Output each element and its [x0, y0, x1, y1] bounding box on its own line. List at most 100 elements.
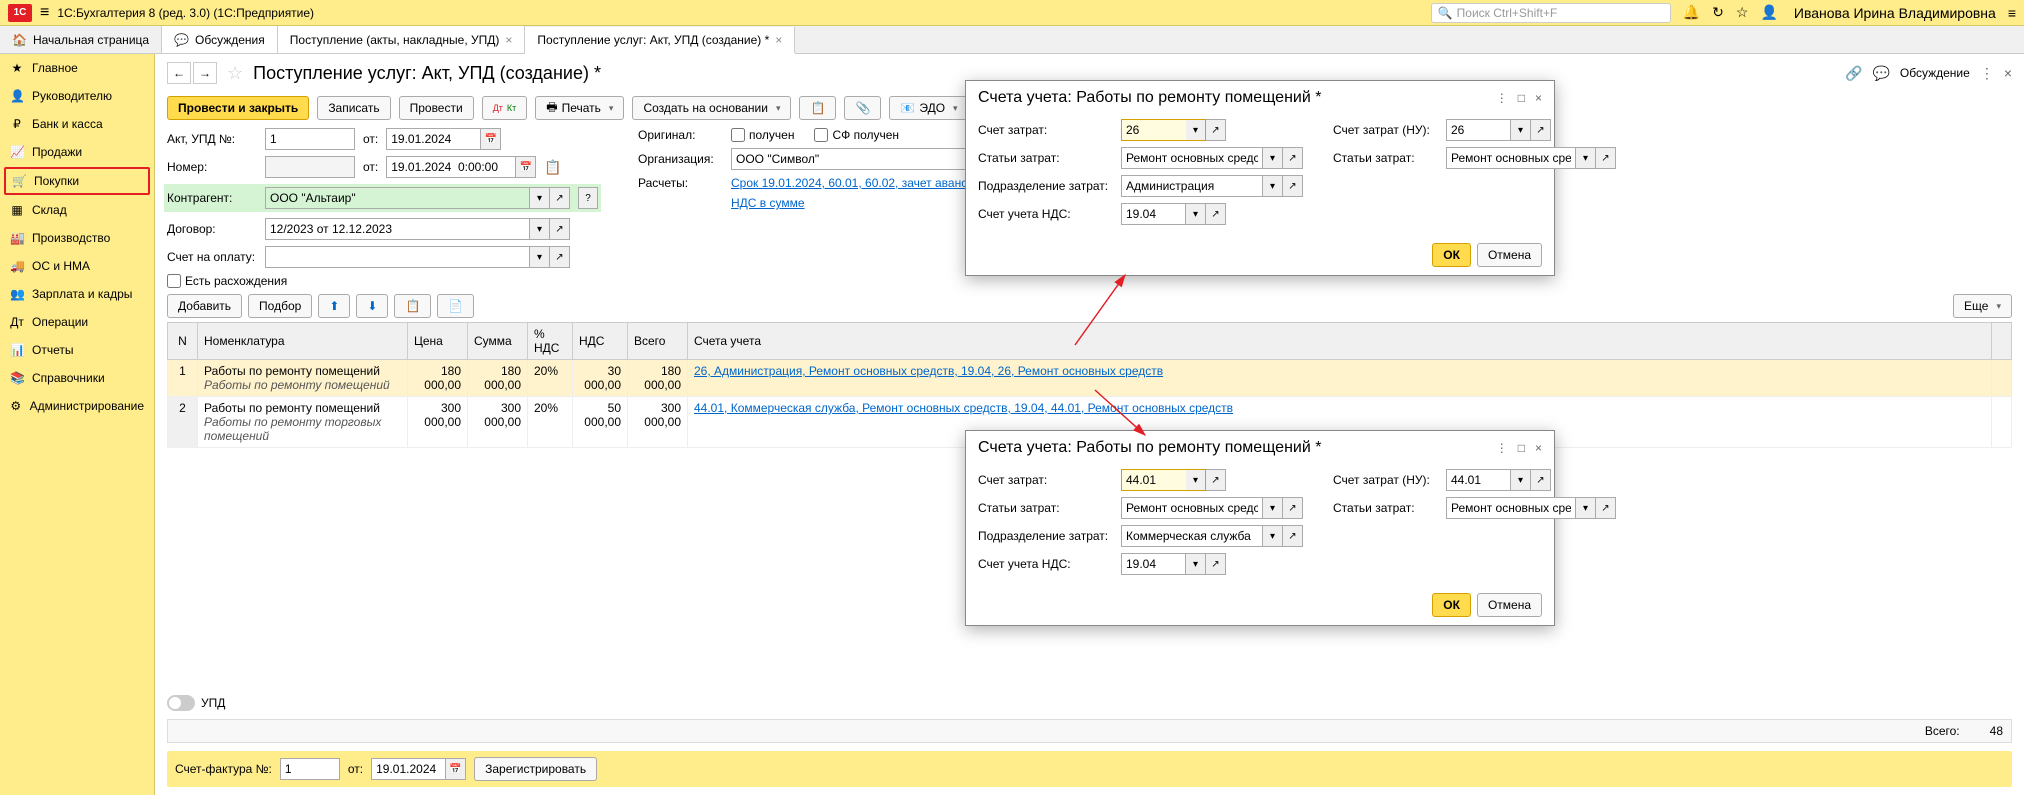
sidebar-item-assets[interactable]: 🚚ОС и НМА: [0, 252, 154, 280]
cost-item-nu-input[interactable]: [1446, 497, 1576, 519]
open-icon[interactable]: ↗: [1283, 497, 1303, 519]
org-input[interactable]: [731, 148, 1001, 170]
save-button[interactable]: Записать: [317, 96, 390, 120]
dept-input[interactable]: [1121, 175, 1263, 197]
accounts-link[interactable]: 26, Администрация, Ремонт основных средс…: [694, 364, 1163, 378]
dropdown-icon[interactable]: ▾: [1186, 553, 1206, 575]
number-input[interactable]: [265, 156, 355, 178]
col-vat[interactable]: НДС: [573, 323, 628, 360]
dropdown-icon[interactable]: ▾: [530, 218, 550, 240]
settings-icon[interactable]: ≡: [2008, 5, 2016, 21]
user-name[interactable]: Иванова Ирина Владимировна: [1794, 5, 1996, 21]
sidebar-item-warehouse[interactable]: ▦Склад: [0, 196, 154, 224]
discussion-link[interactable]: Обсуждение: [1900, 66, 1970, 80]
vat-acc-input[interactable]: [1121, 553, 1186, 575]
link-icon[interactable]: 🔗: [1845, 65, 1862, 82]
kebab-icon[interactable]: ⋮: [1496, 441, 1508, 455]
invoice-date-input[interactable]: [371, 758, 446, 780]
open-icon[interactable]: ↗: [1283, 175, 1303, 197]
dropdown-icon[interactable]: ▾: [530, 187, 550, 209]
cost-item-nu-input[interactable]: [1446, 147, 1576, 169]
sidebar-item-bank[interactable]: ₽Банк и касса: [0, 110, 154, 138]
cost-item-input[interactable]: [1121, 497, 1263, 519]
add-button[interactable]: Добавить: [167, 294, 242, 318]
dtkt-button[interactable]: ДтКт: [482, 96, 528, 120]
kebab-icon[interactable]: ⋮: [1496, 91, 1508, 105]
tab-receipts[interactable]: Поступление (акты, накладные, УПД) ×: [278, 26, 526, 53]
move-down-button[interactable]: ⬇: [356, 294, 388, 318]
received-checkbox[interactable]: получен: [731, 128, 794, 142]
sidebar-item-operations[interactable]: ДтОперации: [0, 308, 154, 336]
ok-button[interactable]: ОК: [1432, 593, 1471, 617]
help-icon[interactable]: ?: [578, 187, 598, 209]
vat-acc-input[interactable]: [1121, 203, 1186, 225]
sidebar-item-main[interactable]: ★Главное: [0, 54, 154, 82]
calendar-icon[interactable]: 📅: [446, 758, 466, 780]
open-icon[interactable]: ↗: [1206, 469, 1226, 491]
col-n[interactable]: N: [168, 323, 198, 360]
col-nomenclature[interactable]: Номенклатура: [198, 323, 408, 360]
table-row[interactable]: 1 Работы по ремонту помещенийРаботы по р…: [168, 360, 2012, 397]
create-based-button[interactable]: Создать на основании: [632, 96, 791, 120]
col-total[interactable]: Всего: [628, 323, 688, 360]
calendar-icon[interactable]: 📅: [516, 156, 536, 178]
datetime-input[interactable]: [386, 156, 516, 178]
kebab-icon[interactable]: ⋮: [1980, 65, 1994, 82]
menu-icon[interactable]: ≡: [40, 4, 49, 22]
cost-acc-input[interactable]: [1121, 469, 1186, 491]
invoice-no-input[interactable]: [280, 758, 340, 780]
info-icon[interactable]: 📋: [544, 159, 561, 176]
act-date-input[interactable]: [386, 128, 481, 150]
upd-toggle[interactable]: [167, 695, 195, 711]
cost-acc-nu-input[interactable]: [1446, 119, 1511, 141]
ok-button[interactable]: ОК: [1432, 243, 1471, 267]
col-vat-pct[interactable]: % НДС: [528, 323, 573, 360]
dropdown-icon[interactable]: ▾: [1263, 497, 1283, 519]
vat-link[interactable]: НДС в сумме: [731, 196, 805, 210]
sidebar-item-salary[interactable]: 👥Зарплата и кадры: [0, 280, 154, 308]
open-icon[interactable]: ↗: [1206, 553, 1226, 575]
dropdown-icon[interactable]: ▾: [1576, 497, 1596, 519]
col-accounts[interactable]: Счета учета: [688, 323, 1992, 360]
close-icon[interactable]: ×: [775, 33, 782, 47]
col-price[interactable]: Цена: [408, 323, 468, 360]
open-icon[interactable]: ↗: [1596, 147, 1616, 169]
tab-discussions[interactable]: 💬 Обсуждения: [162, 26, 278, 53]
open-icon[interactable]: ↗: [1283, 147, 1303, 169]
chat-icon[interactable]: 💬: [1872, 65, 1889, 82]
move-up-button[interactable]: ⬆: [318, 294, 350, 318]
open-icon[interactable]: ↗: [1531, 469, 1551, 491]
open-icon[interactable]: ↗: [550, 187, 570, 209]
discrepancy-checkbox[interactable]: Есть расхождения: [167, 274, 287, 288]
search-input[interactable]: 🔍 Поиск Ctrl+Shift+F: [1431, 3, 1671, 23]
nav-back[interactable]: ←: [167, 62, 191, 84]
cancel-button[interactable]: Отмена: [1477, 243, 1542, 267]
close-icon[interactable]: ×: [2004, 65, 2012, 81]
dropdown-icon[interactable]: ▾: [1263, 525, 1283, 547]
open-icon[interactable]: ↗: [1283, 525, 1303, 547]
open-icon[interactable]: ↗: [1206, 119, 1226, 141]
open-icon[interactable]: ↗: [550, 246, 570, 268]
sidebar-item-admin[interactable]: ⚙Администрирование: [0, 392, 154, 420]
sidebar-item-production[interactable]: 🏭Производство: [0, 224, 154, 252]
open-icon[interactable]: ↗: [1531, 119, 1551, 141]
cancel-button[interactable]: Отмена: [1477, 593, 1542, 617]
more-button[interactable]: Еще: [1953, 294, 2012, 318]
open-icon[interactable]: ↗: [550, 218, 570, 240]
history-icon[interactable]: ↻: [1712, 4, 1724, 21]
select-button[interactable]: Подбор: [248, 294, 312, 318]
open-icon[interactable]: ↗: [1206, 203, 1226, 225]
star-icon[interactable]: ☆: [1736, 4, 1749, 21]
cost-item-input[interactable]: [1121, 147, 1263, 169]
sidebar-item-manager[interactable]: 👤Руководителю: [0, 82, 154, 110]
maximize-icon[interactable]: □: [1518, 91, 1525, 105]
post-close-button[interactable]: Провести и закрыть: [167, 96, 309, 120]
user-icon[interactable]: 👤: [1760, 4, 1777, 21]
post-button[interactable]: Провести: [399, 96, 474, 120]
accounts-link[interactable]: 44.01, Коммерческая служба, Ремонт основ…: [694, 401, 1233, 415]
dept-input[interactable]: [1121, 525, 1263, 547]
dropdown-icon[interactable]: ▾: [1263, 147, 1283, 169]
register-button[interactable]: Зарегистрировать: [474, 757, 597, 781]
edo-button[interactable]: 📧 ЭДО: [889, 96, 968, 120]
dropdown-icon[interactable]: ▾: [1263, 175, 1283, 197]
